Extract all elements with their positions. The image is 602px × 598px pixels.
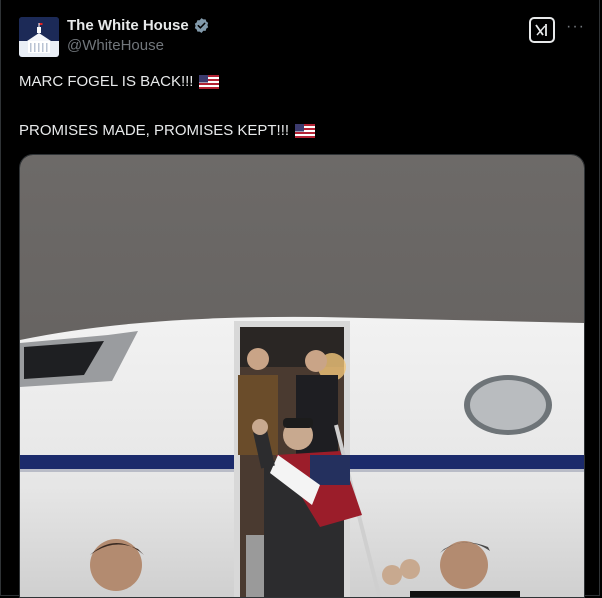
- post-text-line-2: PROMISES MADE, PROMISES KEPT!!!: [19, 122, 316, 139]
- post-text-line-1: MARC FOGEL IS BACK!!!: [19, 73, 220, 90]
- grok-icon[interactable]: [529, 17, 555, 43]
- post-photo[interactable]: [19, 154, 585, 598]
- us-flag-icon: [295, 123, 316, 138]
- post-text-2: PROMISES MADE, PROMISES KEPT!!!: [19, 122, 290, 139]
- more-options-button[interactable]: ···: [566, 18, 585, 36]
- author-display-name[interactable]: The White House: [67, 17, 189, 34]
- white-house-logo-icon: [19, 17, 59, 57]
- post-text-1: MARC FOGEL IS BACK!!!: [19, 73, 194, 90]
- post-card[interactable]: The White House @WhiteHouse ··· MARC FOG…: [0, 0, 600, 598]
- author-avatar[interactable]: [19, 17, 59, 57]
- grok-glyph-icon: [535, 24, 547, 36]
- author-handle[interactable]: @WhiteHouse: [67, 37, 164, 54]
- verified-badge-icon: [194, 18, 208, 33]
- us-flag-icon: [199, 74, 220, 89]
- author-name-row[interactable]: The White House: [67, 17, 210, 34]
- photo-icon: [20, 155, 584, 597]
